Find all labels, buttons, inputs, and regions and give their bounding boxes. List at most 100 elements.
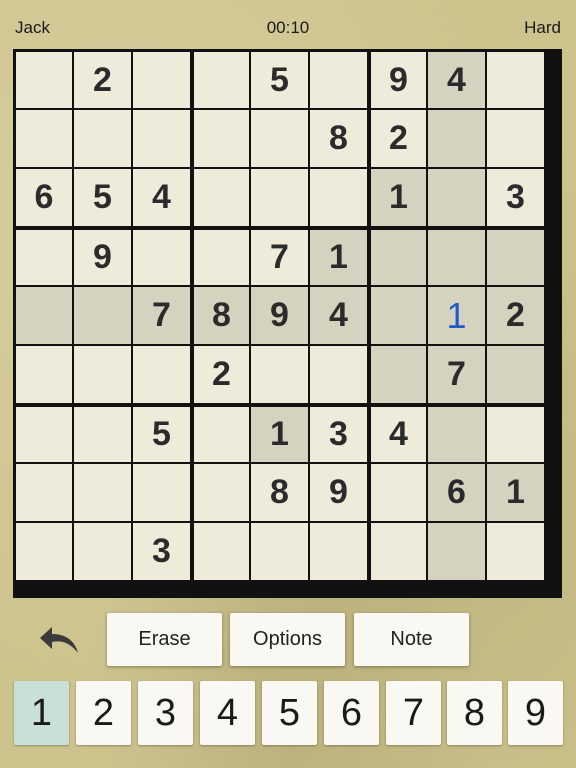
board-cell[interactable]: 9: [251, 287, 308, 344]
board-cell[interactable]: [194, 464, 249, 521]
board-cell[interactable]: [310, 346, 367, 403]
board-cell[interactable]: [16, 110, 72, 167]
options-button[interactable]: Options: [230, 613, 345, 666]
board-cell[interactable]: 7: [133, 287, 190, 344]
status-bar: Jack 00:10 Hard: [0, 0, 576, 50]
board-cell[interactable]: [194, 523, 249, 580]
board-cell[interactable]: 8: [310, 110, 367, 167]
board-cell[interactable]: 9: [371, 52, 426, 108]
board-cell[interactable]: [371, 346, 426, 403]
board-cell[interactable]: [428, 230, 485, 285]
selected-cell[interactable]: 1: [428, 287, 485, 344]
board-cell[interactable]: [133, 230, 190, 285]
board-cell[interactable]: 1: [371, 169, 426, 226]
keypad-key-2[interactable]: 2: [76, 681, 131, 745]
board-cell[interactable]: [371, 287, 426, 344]
board-cell[interactable]: 3: [310, 407, 367, 462]
board-cell[interactable]: [310, 169, 367, 226]
board-cell[interactable]: 5: [74, 169, 131, 226]
board-cell[interactable]: [133, 464, 190, 521]
board-cell[interactable]: [487, 110, 544, 167]
board-cell[interactable]: [310, 52, 367, 108]
board-cell[interactable]: [428, 407, 485, 462]
board-cell[interactable]: [428, 169, 485, 226]
board-cell[interactable]: [74, 464, 131, 521]
board-cell[interactable]: [428, 110, 485, 167]
board-cell[interactable]: [16, 346, 72, 403]
board-cell[interactable]: [133, 52, 190, 108]
board-cell[interactable]: [16, 464, 72, 521]
board-cell[interactable]: [194, 407, 249, 462]
board-cell[interactable]: [371, 464, 426, 521]
board-cell[interactable]: 1: [310, 230, 367, 285]
keypad-key-4[interactable]: 4: [200, 681, 255, 745]
board-cell[interactable]: 4: [371, 407, 426, 462]
board-cell[interactable]: 2: [194, 346, 249, 403]
board-cell[interactable]: 4: [133, 169, 190, 226]
board-cell[interactable]: [16, 407, 72, 462]
board-cell[interactable]: [251, 346, 308, 403]
board-cell[interactable]: 9: [310, 464, 367, 521]
board-cell[interactable]: 2: [74, 52, 131, 108]
board-cell[interactable]: [310, 523, 367, 580]
board-cell[interactable]: [194, 169, 249, 226]
board-cell[interactable]: 8: [251, 464, 308, 521]
board-cell[interactable]: [16, 287, 72, 344]
board-cell[interactable]: [194, 110, 249, 167]
board-cell[interactable]: 4: [310, 287, 367, 344]
keypad-key-5[interactable]: 5: [262, 681, 317, 745]
board-cell[interactable]: [487, 523, 544, 580]
board-cell[interactable]: [74, 287, 131, 344]
board-cell[interactable]: [194, 230, 249, 285]
board-cell[interactable]: [133, 110, 190, 167]
undo-arrow-icon: [40, 627, 78, 653]
board-cell[interactable]: 8: [194, 287, 249, 344]
board-cell[interactable]: [251, 523, 308, 580]
board-cell[interactable]: 7: [428, 346, 485, 403]
board-cell[interactable]: 5: [251, 52, 308, 108]
board-cell[interactable]: [371, 230, 426, 285]
board-cell[interactable]: [133, 346, 190, 403]
board-cell[interactable]: [16, 523, 72, 580]
board-cell[interactable]: 1: [251, 407, 308, 462]
board-cell[interactable]: [194, 52, 249, 108]
board-cell[interactable]: [428, 523, 485, 580]
sudoku-board: 2594826541397178941227513489613: [13, 49, 562, 598]
board-cell[interactable]: [487, 407, 544, 462]
board-cell[interactable]: [487, 52, 544, 108]
board-cell[interactable]: 6: [428, 464, 485, 521]
board-cell[interactable]: 5: [133, 407, 190, 462]
keypad-key-1[interactable]: 1: [14, 681, 69, 745]
board-cell[interactable]: [74, 110, 131, 167]
board-cell[interactable]: 3: [133, 523, 190, 580]
board-cell[interactable]: 2: [371, 110, 426, 167]
board-cell[interactable]: [74, 346, 131, 403]
board-cell[interactable]: 1: [487, 464, 544, 521]
board-cell[interactable]: [16, 230, 72, 285]
board-cell[interactable]: [251, 110, 308, 167]
undo-button[interactable]: [32, 617, 88, 663]
board-cell[interactable]: [487, 346, 544, 403]
board-cell[interactable]: 4: [428, 52, 485, 108]
board-cell[interactable]: 2: [487, 287, 544, 344]
note-button[interactable]: Note: [354, 613, 469, 666]
board-cell[interactable]: [251, 169, 308, 226]
board-cell[interactable]: 3: [487, 169, 544, 226]
board-cell[interactable]: 7: [251, 230, 308, 285]
board-cell[interactable]: [371, 523, 426, 580]
keypad-key-9[interactable]: 9: [508, 681, 563, 745]
erase-button[interactable]: Erase: [107, 613, 222, 666]
board-cell[interactable]: [487, 230, 544, 285]
number-keypad: 123456789: [14, 681, 563, 745]
game-timer: 00:10: [266, 18, 310, 37]
difficulty-label: Hard: [524, 18, 561, 37]
board-cell[interactable]: [16, 52, 72, 108]
board-cell[interactable]: [74, 407, 131, 462]
board-cell[interactable]: 9: [74, 230, 131, 285]
keypad-key-6[interactable]: 6: [324, 681, 379, 745]
keypad-key-8[interactable]: 8: [447, 681, 502, 745]
keypad-key-3[interactable]: 3: [138, 681, 193, 745]
board-cell[interactable]: [74, 523, 131, 580]
keypad-key-7[interactable]: 7: [386, 681, 441, 745]
board-cell[interactable]: 6: [16, 169, 72, 226]
